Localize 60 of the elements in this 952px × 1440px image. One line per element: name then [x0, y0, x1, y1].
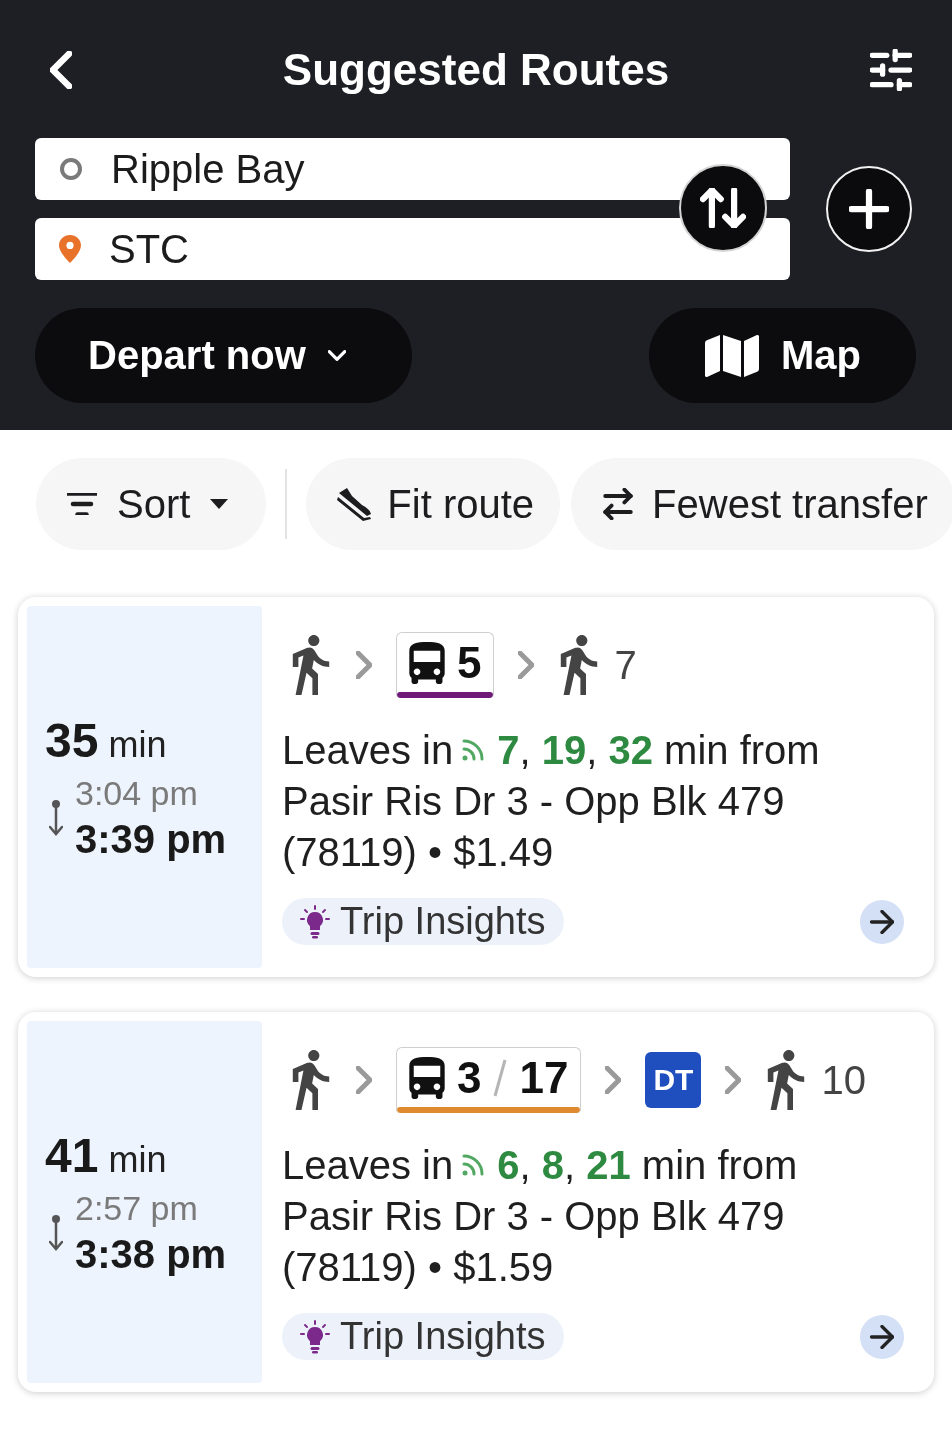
bus-icon [409, 1056, 445, 1099]
trip-insights-button[interactable]: Trip Insights [282, 1313, 564, 1360]
duration-unit: min [108, 723, 167, 766]
depart-arrive-icon [49, 799, 63, 836]
walk-minutes: 7 [614, 642, 637, 688]
train-line-badge: DT [645, 1052, 702, 1108]
walk-minutes: 10 [821, 1057, 866, 1103]
arrow-right-icon [870, 909, 894, 934]
sort-icon [67, 493, 97, 515]
route-details-button[interactable] [860, 899, 904, 944]
chevron-down-icon [327, 350, 346, 361]
chevron-right-icon [518, 651, 535, 679]
bus-service-number: 5 [457, 637, 482, 688]
departure-info: Leaves in 6, 8, 21 min from Pasir Ris Dr 3 - Opp Blk 479 (78119) • $1.59 [282, 1142, 799, 1291]
filter-chip[interactable]: Fewest transfer [571, 458, 952, 550]
route-card[interactable]: 35 min 3:04 pm 3:39 pm 5 7 Leaves in 7, 19, 32 min from Pasir Ris Dr 3 - Opp Blk 479 (78119) • $1.49 Trip Insights [18, 597, 934, 977]
chevron-right-icon [725, 1066, 742, 1094]
bus-service-number: 3 [457, 1052, 482, 1103]
map-icon [705, 332, 759, 379]
chevron-right-icon [356, 651, 372, 679]
bus-icon [409, 641, 445, 684]
realtime-signal-icon [461, 738, 486, 762]
settings-sliders-icon [870, 49, 912, 91]
swap-arrows-icon [602, 488, 635, 520]
filter-chip[interactable]: Sort [36, 458, 267, 550]
origin-field[interactable]: Ripple Bay [35, 138, 790, 200]
chevron-right-icon [356, 1066, 372, 1094]
caret-down-icon [210, 499, 229, 509]
origin-circle-icon [59, 157, 83, 181]
lightbulb-icon [300, 1319, 330, 1354]
location-pin-icon [59, 235, 81, 263]
depart-time-button[interactable]: Depart now [35, 308, 412, 403]
arrow-right-icon [870, 1324, 894, 1349]
page-title: Suggested Routes [282, 45, 670, 95]
realtime-signal-icon [461, 1153, 486, 1177]
filter-chip[interactable]: Fit route [306, 458, 561, 550]
depart-arrive-icon [49, 1214, 63, 1251]
bus-service-number: 17 [519, 1052, 569, 1103]
arrive-time: 3:38 pm [75, 1231, 227, 1277]
walking-person-icon [290, 1048, 332, 1112]
chevron-right-icon [605, 1066, 622, 1094]
back-icon [50, 51, 72, 89]
slash-separator [493, 1057, 508, 1098]
route-details-button[interactable] [860, 1314, 904, 1359]
duration-unit: min [108, 1138, 167, 1181]
arrive-time: 3:39 pm [75, 816, 227, 862]
destination-field[interactable]: STC [35, 218, 790, 280]
trip-duration: 41 [45, 1127, 99, 1183]
walking-person-icon [290, 633, 332, 697]
depart-time: 3:04 pm [75, 773, 199, 813]
depart-time: 2:57 pm [75, 1188, 199, 1228]
route-card[interactable]: 41 min 2:57 pm 3:38 pm 3 17 DT 10 Leaves in 6, 8, 21 min from Pasir Ris Dr 3 - Opp Blk 479 (78119) • $1.59 Trip Insights [18, 1012, 934, 1392]
trip-duration: 35 [45, 712, 99, 768]
lightbulb-icon [300, 904, 330, 939]
departure-info: Leaves in 7, 19, 32 min from Pasir Ris Dr 3 - Opp Blk 479 (78119) • $1.49 [282, 727, 821, 876]
map-button[interactable]: Map [649, 308, 916, 403]
swap-arrows-icon [700, 188, 746, 228]
trip-insights-button[interactable]: Trip Insights [282, 898, 564, 945]
sneaker-icon [337, 487, 374, 521]
plus-icon [849, 189, 889, 229]
